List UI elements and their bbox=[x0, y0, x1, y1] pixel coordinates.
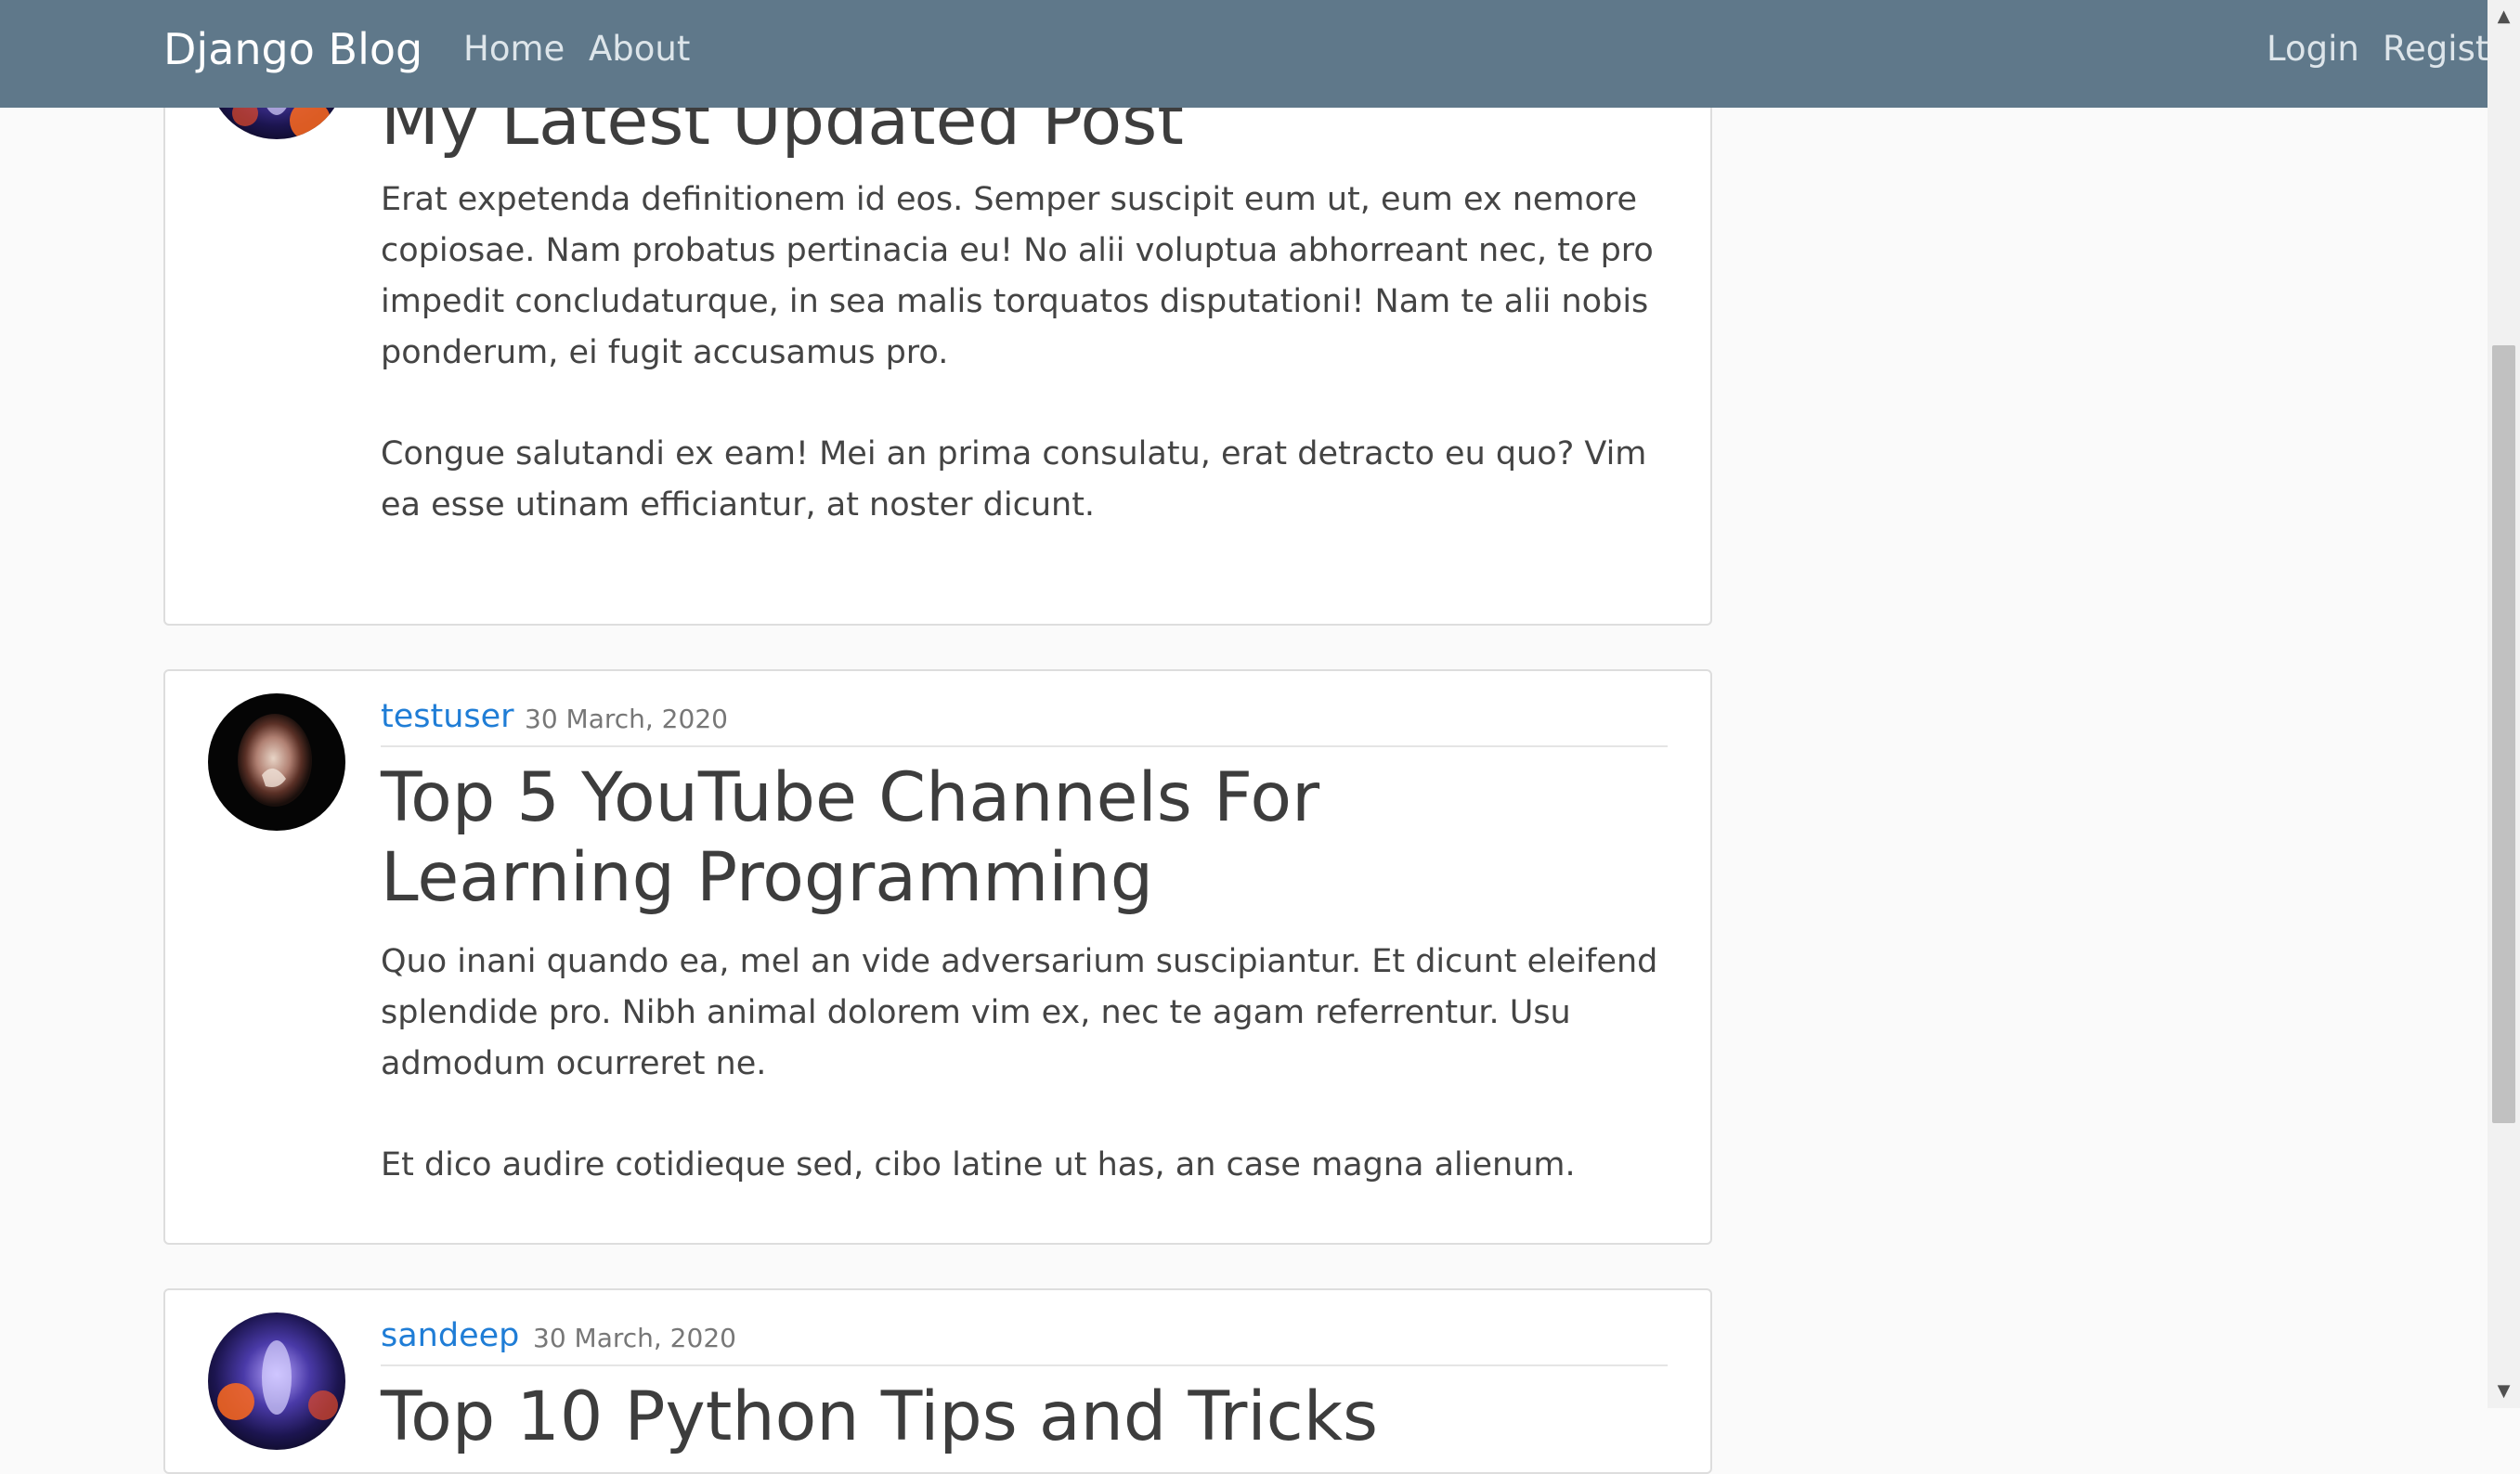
post-paragraph: Erat expetenda definitionem id eos. Semp… bbox=[381, 181, 1654, 371]
post-paragraph: Congue salutandi ex eam! Mei an prima co… bbox=[381, 435, 1647, 524]
post-title[interactable]: Top 5 YouTube Channels For Learning Prog… bbox=[381, 758, 1627, 918]
post-content: Erat expetenda definitionem id eos. Semp… bbox=[381, 175, 1664, 581]
nav-about-link[interactable]: About bbox=[589, 26, 690, 72]
scroll-up-arrow-icon[interactable]: ▲ bbox=[2488, 6, 2520, 28]
post-meta: testuser 30 March, 2020 bbox=[381, 693, 1668, 747]
post-paragraph: Quo inani quando ea, mel an vide adversa… bbox=[381, 943, 1658, 1082]
post-author-link[interactable]: sandeep bbox=[381, 1312, 519, 1359]
nav-register-link[interactable]: Register bbox=[2383, 26, 2488, 72]
nav-login-link[interactable]: Login bbox=[2267, 26, 2359, 72]
post-date: 30 March, 2020 bbox=[533, 1323, 736, 1353]
post-date: 30 March, 2020 bbox=[525, 704, 728, 734]
brand-link[interactable]: Django Blog bbox=[163, 20, 422, 78]
post-meta: sandeep 30 March, 2020 bbox=[381, 1312, 1668, 1366]
post-paragraph: Et dico audire cotidieque sed, cibo lati… bbox=[381, 1146, 1576, 1183]
scroll-down-arrow-icon[interactable]: ▼ bbox=[2488, 1380, 2520, 1403]
post-card: testuser 30 March, 2020 Top 5 YouTube Ch… bbox=[163, 669, 1712, 1245]
scrollbar-thumb[interactable] bbox=[2492, 345, 2515, 1123]
top-navbar: Django Blog Home About Login Register bbox=[0, 0, 2488, 108]
post-author-link[interactable]: testuser bbox=[381, 693, 514, 740]
nav-home-link[interactable]: Home bbox=[463, 26, 565, 72]
post-card: sandeep 30 March, 2020 Top 10 Python Tip… bbox=[163, 1288, 1712, 1474]
post-title[interactable]: Top 10 Python Tips and Tricks bbox=[381, 1377, 1627, 1457]
author-avatar[interactable] bbox=[208, 1312, 345, 1450]
page-scrollbar[interactable]: ▲ ▼ bbox=[2488, 0, 2520, 1408]
post-content: Quo inani quando ea, mel an vide adversa… bbox=[381, 937, 1664, 1241]
author-avatar[interactable] bbox=[208, 693, 345, 831]
